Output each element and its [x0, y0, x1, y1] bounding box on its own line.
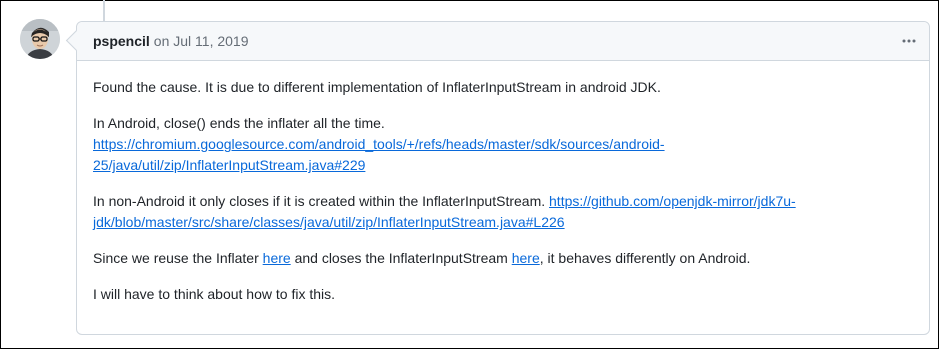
paragraph-2-text: In Android, close() ends the inflater al… — [93, 115, 385, 131]
comment-menu-button[interactable] — [899, 32, 919, 50]
comment-paragraph-1: Found the cause. It is due to different … — [93, 79, 661, 95]
paragraph-4-text-3: , it behaves differently on Android. — [539, 250, 751, 266]
paragraph-3-text: In non-Android it only closes if it is c… — [93, 193, 546, 209]
github-link-line-2: jdk/blob/master/src/share/classes/java/u… — [93, 214, 565, 230]
author-link[interactable]: pspencil — [93, 33, 150, 49]
comment-paragraph-4: Since we reuse the Inflater here and clo… — [93, 248, 913, 269]
avatar-image — [20, 19, 60, 59]
comment-header: pspencil on Jul 11, 2019 — [77, 22, 929, 61]
chromium-link-line-1: https://chromium.googlesource.com/androi… — [93, 136, 665, 152]
comment-paragraph-5: I will have to think about how to fix th… — [93, 286, 336, 302]
comment-paragraph-3: In non-Android it only closes if it is c… — [93, 191, 913, 233]
chromium-link-line-2: 25/java/util/zip/InflaterInputStream.jav… — [93, 157, 366, 173]
timeline-line — [103, 0, 105, 22]
avatar[interactable] — [20, 19, 60, 59]
chromium-source-link[interactable]: https://chromium.googlesource.com/androi… — [93, 136, 665, 173]
comment-body: Found the cause. It is due to different … — [77, 61, 929, 330]
comment-date[interactable]: on Jul 11, 2019 — [154, 33, 249, 49]
paragraph-4-text-2: and closes the InflaterInputStream — [294, 250, 508, 266]
paragraph-4-text-1: Since we reuse the Inflater — [93, 250, 259, 266]
comment-box: pspencil on Jul 11, 2019 Found the cause… — [65, 21, 930, 335]
kebab-horizontal-icon — [902, 39, 916, 43]
comment-paragraph-2: In Android, close() ends the inflater al… — [93, 113, 913, 176]
here-link-inflaterinputstream[interactable]: here — [512, 250, 540, 266]
here-link-inflater[interactable]: here — [263, 250, 291, 266]
github-link-line-1: https://github.com/openjdk-mirror/jdk7u- — [549, 193, 796, 209]
